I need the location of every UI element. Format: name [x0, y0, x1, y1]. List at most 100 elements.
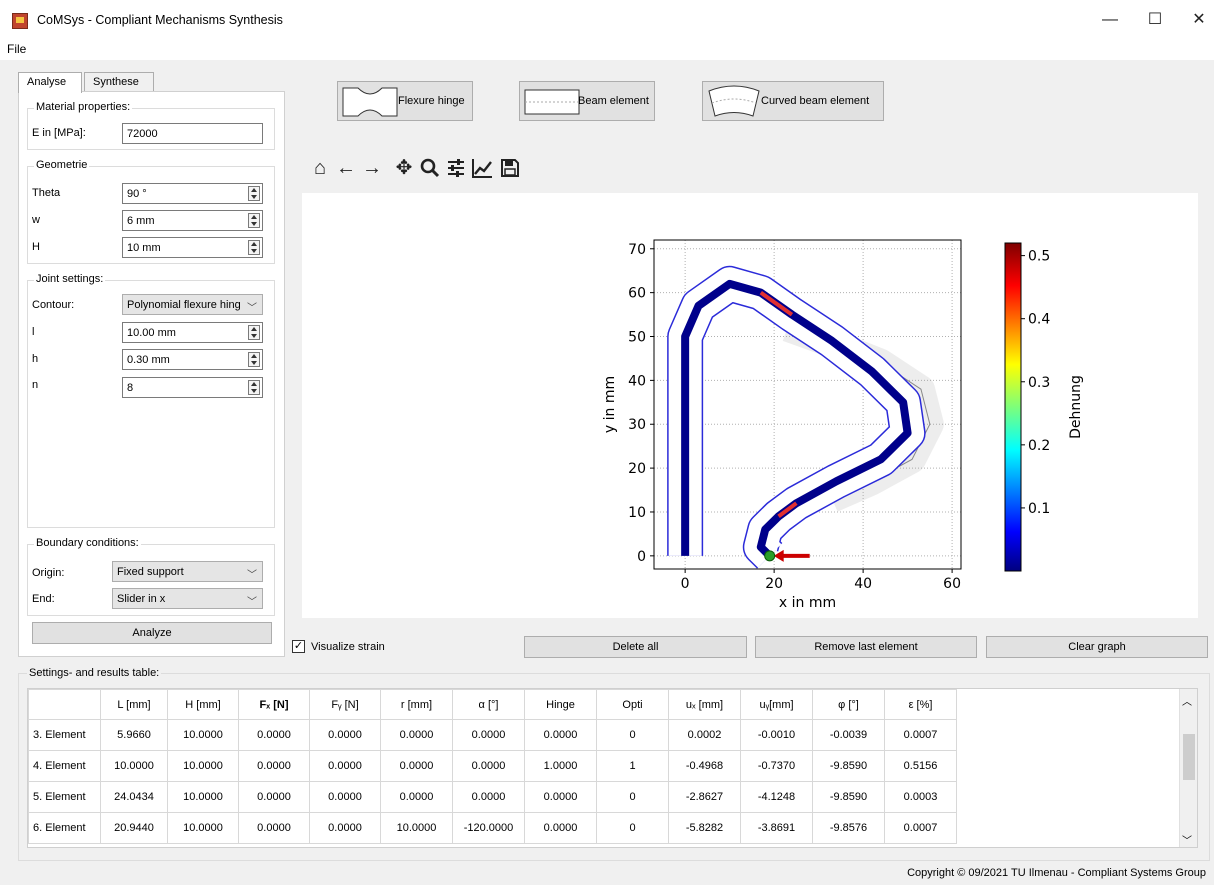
scrollbar-thumb[interactable] [1183, 734, 1195, 780]
table-cell[interactable]: 0.0007 [884, 812, 957, 844]
table-cell[interactable]: 0.0000 [452, 719, 525, 751]
table-cell[interactable]: 0.0000 [380, 781, 453, 813]
table-cell[interactable]: 0 [596, 719, 669, 751]
end-select[interactable]: Slider in x ﹀ [112, 588, 263, 609]
column-header[interactable]: Hinge [524, 689, 597, 720]
visualize-strain-checkbox[interactable]: ✓ [292, 640, 305, 653]
table-cell[interactable]: 5.9660 [100, 719, 168, 751]
spin-arrows-icon[interactable] [248, 325, 260, 340]
home-icon[interactable]: ⌂ [307, 155, 333, 181]
forward-icon[interactable]: → [359, 155, 385, 181]
table-cell[interactable]: -0.4968 [668, 750, 741, 782]
table-cell[interactable]: 0.0000 [380, 719, 453, 751]
table-cell[interactable]: -0.0010 [740, 719, 813, 751]
table-cell[interactable]: 0.0002 [668, 719, 741, 751]
column-header[interactable]: H [mm] [167, 689, 239, 720]
table-cell[interactable]: 0.0000 [309, 719, 381, 751]
column-header[interactable]: Fᵧ [N] [309, 689, 381, 720]
pan-icon[interactable]: ✥ [391, 155, 417, 181]
e-modulus-input[interactable]: 72000 [122, 123, 263, 144]
table-cell[interactable]: 0.0000 [524, 781, 597, 813]
table-cell[interactable]: -120.0000 [452, 812, 525, 844]
table-cell[interactable]: -9.8590 [812, 781, 885, 813]
flexure-hinge-button[interactable]: Flexure hinge [337, 81, 473, 121]
edit-axes-icon[interactable] [469, 155, 495, 181]
spin-arrows-icon[interactable] [248, 380, 260, 395]
table-cell[interactable]: 0.0000 [452, 750, 525, 782]
table-cell[interactable]: 0.0000 [524, 719, 597, 751]
table-row[interactable]: 5. Element 24.0434 10.0000 0.0000 0.0000 0.00… [28, 781, 957, 813]
table-cell[interactable]: 0.0000 [524, 812, 597, 844]
table-cell[interactable]: 10.0000 [167, 750, 239, 782]
clear-graph-button[interactable]: Clear graph [986, 636, 1208, 658]
remove-last-element-button[interactable]: Remove last element [755, 636, 977, 658]
table-cell[interactable]: -9.8576 [812, 812, 885, 844]
table-row[interactable]: 6. Element 20.9440 10.0000 0.0000 0.0000 10.0… [28, 812, 957, 844]
table-cell[interactable]: 0.0003 [884, 781, 957, 813]
l-spinbox[interactable]: 10.00 mm [122, 322, 263, 343]
spin-arrows-icon[interactable] [248, 240, 260, 255]
column-header[interactable]: α [°] [452, 689, 525, 720]
column-header[interactable]: uₓ [mm] [668, 689, 741, 720]
spin-arrows-icon[interactable] [248, 213, 260, 228]
table-cell[interactable]: 1.0000 [524, 750, 597, 782]
minimize-button[interactable]: — [1095, 10, 1125, 30]
row-header[interactable]: 4. Element [28, 750, 101, 782]
curved-beam-button[interactable]: Curved beam element [702, 81, 884, 121]
table-cell[interactable]: 0.0000 [238, 781, 310, 813]
delete-all-button[interactable]: Delete all [524, 636, 747, 658]
plot-canvas[interactable]: 0 20 40 60 0 10 20 30 40 50 60 70 x in mm y in mm 0… [302, 193, 1198, 618]
analyze-button[interactable]: Analyze [32, 622, 272, 644]
close-button[interactable]: ✕ [1184, 10, 1214, 30]
table-cell[interactable]: 1 [596, 750, 669, 782]
spin-arrows-icon[interactable] [248, 186, 260, 201]
table-cell[interactable]: 10.0000 [380, 812, 453, 844]
beam-element-button[interactable]: Beam element [519, 81, 655, 121]
table-cell[interactable]: -9.8590 [812, 750, 885, 782]
n-spinbox[interactable]: 8 [122, 377, 263, 398]
contour-select[interactable]: Polynomial flexure hing ﹀ [122, 294, 263, 315]
menu-file[interactable]: File [7, 42, 26, 56]
column-header[interactable]: ε [%] [884, 689, 957, 720]
table-cell[interactable]: 0.0000 [238, 812, 310, 844]
column-header[interactable]: φ [°] [812, 689, 885, 720]
tab-synthese[interactable]: Synthese [84, 72, 154, 92]
column-header[interactable]: Fₓ [N] [238, 689, 310, 720]
table-cell[interactable]: 0.5156 [884, 750, 957, 782]
table-cell[interactable]: 0.0000 [380, 750, 453, 782]
configure-icon[interactable] [443, 155, 469, 181]
hinge-h-spinbox[interactable]: 0.30 mm [122, 349, 263, 370]
column-header[interactable]: uᵧ[mm] [740, 689, 813, 720]
w-spinbox[interactable]: 6 mm [122, 210, 263, 231]
save-icon[interactable] [497, 155, 523, 181]
table-cell[interactable]: -3.8691 [740, 812, 813, 844]
table-cell[interactable]: 0.0000 [452, 781, 525, 813]
table-cell[interactable]: 0 [596, 781, 669, 813]
table-cell[interactable]: 20.9440 [100, 812, 168, 844]
tab-analyse[interactable]: Analyse [18, 72, 82, 93]
table-cell[interactable]: 10.0000 [167, 781, 239, 813]
theta-spinbox[interactable]: 90 ° [122, 183, 263, 204]
table-cell[interactable]: -2.8627 [668, 781, 741, 813]
row-header[interactable]: 5. Element [28, 781, 101, 813]
table-cell[interactable]: 0.0000 [238, 719, 310, 751]
zoom-icon[interactable] [417, 155, 443, 181]
maximize-button[interactable]: ☐ [1140, 10, 1170, 30]
origin-select[interactable]: Fixed support ﹀ [112, 561, 263, 582]
column-header[interactable]: Opti [596, 689, 669, 720]
column-header[interactable]: L [mm] [100, 689, 168, 720]
back-icon[interactable]: ← [333, 155, 359, 181]
vertical-scrollbar[interactable]: ︿ ﹀ [1179, 689, 1197, 847]
table-cell[interactable]: 10.0000 [100, 750, 168, 782]
height-spinbox[interactable]: 10 mm [122, 237, 263, 258]
table-row[interactable]: 4. Element 10.0000 10.0000 0.0000 0.0000 0.00… [28, 750, 957, 782]
table-cell[interactable]: -0.7370 [740, 750, 813, 782]
table-cell[interactable]: 0.0000 [309, 812, 381, 844]
table-cell[interactable]: -5.8282 [668, 812, 741, 844]
table-cell[interactable]: 24.0434 [100, 781, 168, 813]
table-cell[interactable]: -0.0039 [812, 719, 885, 751]
table-cell[interactable]: 0.0000 [309, 781, 381, 813]
table-cell[interactable]: -4.1248 [740, 781, 813, 813]
table-cell[interactable]: 0.0007 [884, 719, 957, 751]
table-cell[interactable]: 10.0000 [167, 812, 239, 844]
